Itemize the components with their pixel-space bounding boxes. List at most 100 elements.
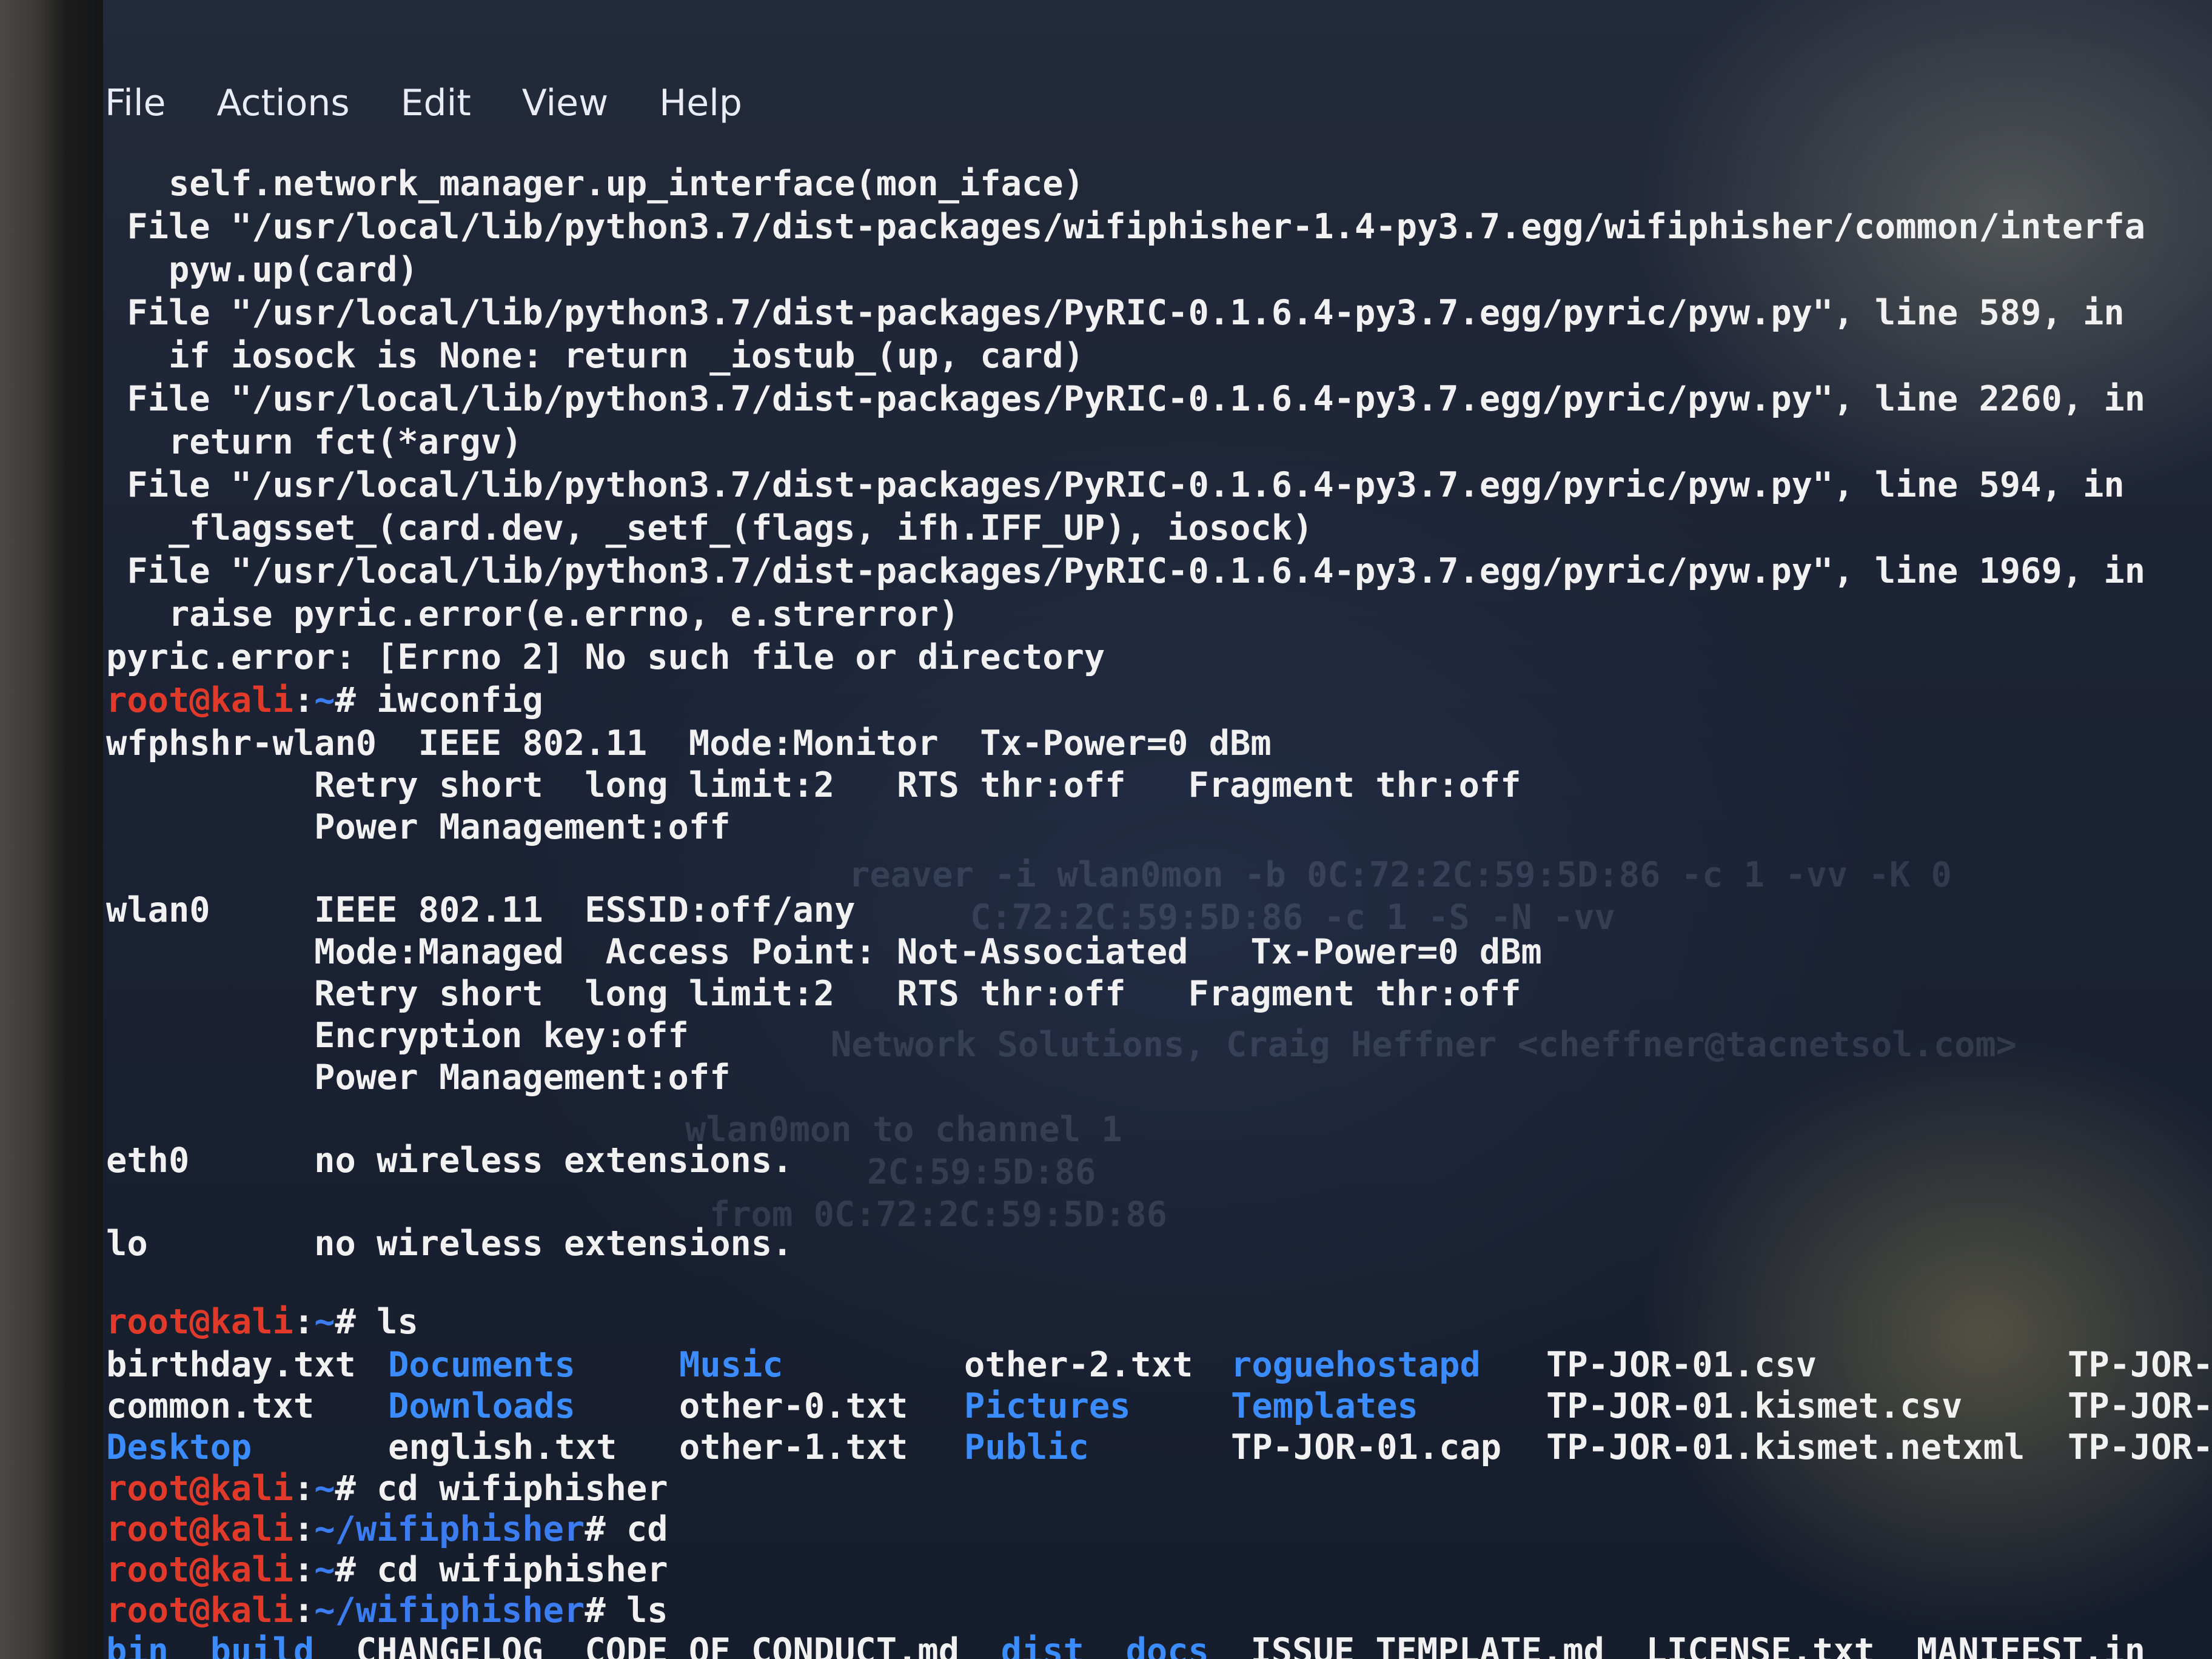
traceback-line: File "/usr/local/lib/python3.7/dist-pack… bbox=[106, 206, 2145, 248]
iwconfig-text: Retry short long limit:2 RTS thr:off Fra… bbox=[106, 974, 1521, 1014]
file-entry: ISSUE_TEMPLATE.md bbox=[1250, 1631, 1646, 1659]
file-entry: other-0.txt bbox=[679, 1386, 908, 1426]
prompt-path: ~/wifiphisher bbox=[314, 1509, 585, 1549]
file-entry: other-2.txt bbox=[964, 1345, 1193, 1385]
traceback-text: File "/usr/local/lib/python3.7/dist-pack… bbox=[106, 465, 2125, 505]
menu-help[interactable]: Help bbox=[634, 82, 768, 124]
prompt-separator: : bbox=[293, 1550, 315, 1590]
prompt-hash: # bbox=[585, 1590, 626, 1631]
file-entry: TP-JOR- bbox=[2068, 1386, 2212, 1426]
iwconfig-text: Mode:Managed Access Point: Not-Associate… bbox=[106, 932, 1542, 972]
menu-edit[interactable]: Edit bbox=[375, 82, 497, 124]
file-entry: CHANGELOG bbox=[355, 1631, 585, 1659]
traceback-line: if iosock is None: return _iostub_(up, c… bbox=[106, 335, 1084, 377]
file-entry: TP-JOR- bbox=[2068, 1345, 2212, 1385]
iwconfig-text: wfphshr-wlan0 IEEE 802.11 Mode:Monitor T… bbox=[106, 723, 1272, 763]
iwconfig-output-line: wlan0 IEEE 802.11 ESSID:off/any bbox=[106, 889, 855, 931]
iwconfig-output-line: Retry short long limit:2 RTS thr:off Fra… bbox=[106, 764, 1521, 806]
prompt-line: root@kali:~/wifiphisher# ls bbox=[106, 1589, 668, 1632]
prompt-line: root@kali:~# cd wifiphisher bbox=[106, 1467, 668, 1510]
prompt-separator: : bbox=[293, 1302, 315, 1342]
traceback-text: File "/usr/local/lib/python3.7/dist-pack… bbox=[106, 379, 2146, 419]
directory-entry: Public bbox=[964, 1427, 1089, 1467]
iwconfig-text: Power Management:off bbox=[106, 807, 731, 847]
prompt-line: root@kali:~# cd wifiphisher bbox=[106, 1549, 668, 1591]
traceback-line: _flagsset_(card.dev, _setf_(flags, ifh.I… bbox=[106, 507, 1313, 549]
iwconfig-output-line: Power Management:off bbox=[106, 1056, 731, 1099]
file-entry: TP-JOR-01.cap bbox=[1231, 1427, 1502, 1467]
prompt-separator: : bbox=[293, 680, 315, 720]
prompt-line: root@kali:~# iwconfig bbox=[106, 679, 543, 722]
file-entry: TP-JOR-01.kismet.csv bbox=[1546, 1386, 1963, 1426]
file-entry: TP-JOR- bbox=[2068, 1427, 2212, 1467]
traceback-line: File "/usr/local/lib/python3.7/dist-pack… bbox=[106, 464, 2125, 506]
file-entry: LICENSE.txt bbox=[1646, 1631, 1917, 1659]
prompt-separator: : bbox=[293, 1590, 315, 1631]
prompt-path: ~ bbox=[314, 1469, 335, 1509]
prompt-path: ~ bbox=[314, 680, 335, 720]
prompt-hash: # bbox=[335, 1550, 377, 1590]
iwconfig-text: eth0 no wireless extensions. bbox=[106, 1141, 793, 1181]
terminal-window: File Actions Edit View Help reaver -i wl… bbox=[103, 0, 2212, 1659]
iwconfig-output-line: wfphshr-wlan0 IEEE 802.11 Mode:Monitor T… bbox=[106, 722, 1272, 765]
directory-entry: roguehostapd bbox=[1231, 1345, 1481, 1385]
prompt-path: ~/wifiphisher bbox=[314, 1590, 585, 1631]
menu-file[interactable]: File bbox=[103, 82, 191, 124]
iwconfig-output-line: lo no wireless extensions. bbox=[106, 1222, 793, 1265]
iwconfig-output-line: Retry short long limit:2 RTS thr:off Fra… bbox=[106, 973, 1521, 1015]
file-entry: MANIFEST.in bbox=[1916, 1631, 2187, 1659]
file-entry: CODE_OF_CONDUCT.md bbox=[585, 1631, 1001, 1659]
traceback-line: pyw.up(card) bbox=[106, 249, 418, 291]
iwconfig-output-line: Encryption key:off bbox=[106, 1014, 689, 1057]
prompt-line: root@kali:~# ls bbox=[106, 1301, 418, 1343]
ls-output-partial: bin build CHANGELOG CODE_OF_CONDUCT.md d… bbox=[106, 1630, 2187, 1659]
prompt-hash: # bbox=[335, 680, 377, 720]
traceback-text: pyric.error: [Errno 2] No such file or d… bbox=[106, 637, 1105, 677]
iwconfig-text: Power Management:off bbox=[106, 1057, 731, 1098]
background-window-text: reaver -i wlan0mon -b 0C:72:2C:59:5D:86 … bbox=[849, 855, 1952, 895]
menu-view[interactable]: View bbox=[497, 82, 634, 124]
traceback-text: File "/usr/local/lib/python3.7/dist-pack… bbox=[106, 551, 2146, 591]
background-window-text: 2C:59:5D:86 bbox=[867, 1152, 1096, 1192]
prompt-line: root@kali:~/wifiphisher# cd bbox=[106, 1508, 668, 1550]
prompt-separator: : bbox=[293, 1509, 315, 1549]
traceback-line: File "/usr/local/lib/python3.7/dist-pack… bbox=[106, 292, 2125, 334]
traceback-text: File "/usr/local/lib/python3.7/dist-pack… bbox=[106, 293, 2125, 333]
directory-entry: Pictures bbox=[964, 1386, 1131, 1426]
iwconfig-output-line: eth0 no wireless extensions. bbox=[106, 1139, 793, 1182]
iwconfig-text: lo no wireless extensions. bbox=[106, 1224, 793, 1264]
prompt-user: root@kali bbox=[106, 680, 293, 720]
file-entry: birthday.txt bbox=[106, 1345, 356, 1385]
iwconfig-text: Encryption key:off bbox=[106, 1016, 689, 1056]
menu-bar: File Actions Edit View Help bbox=[103, 67, 2212, 139]
file-entry: english.txt bbox=[388, 1427, 617, 1467]
prompt-user: root@kali bbox=[106, 1469, 293, 1509]
file-entry: TP-JOR-01.csv bbox=[1546, 1345, 1817, 1385]
iwconfig-output-line: Power Management:off bbox=[106, 806, 731, 848]
iwconfig-text: Retry short long limit:2 RTS thr:off Fra… bbox=[106, 765, 1521, 805]
command-text: ls bbox=[626, 1590, 668, 1631]
directory-entry: dist bbox=[1000, 1631, 1126, 1659]
prompt-user: root@kali bbox=[106, 1590, 293, 1631]
command-text: cd wifiphisher bbox=[377, 1550, 668, 1590]
directory-entry: docs bbox=[1125, 1631, 1251, 1659]
iwconfig-output-line: Mode:Managed Access Point: Not-Associate… bbox=[106, 931, 1542, 973]
iwconfig-text: wlan0 IEEE 802.11 ESSID:off/any bbox=[106, 890, 856, 930]
directory-entry: Desktop bbox=[106, 1427, 252, 1467]
prompt-path: ~ bbox=[314, 1550, 335, 1590]
file-entry: common.txt bbox=[106, 1386, 315, 1426]
menu-actions[interactable]: Actions bbox=[191, 82, 375, 124]
traceback-text: _flagsset_(card.dev, _setf_(flags, ifh.I… bbox=[106, 508, 1313, 548]
prompt-user: root@kali bbox=[106, 1302, 293, 1342]
prompt-hash: # bbox=[585, 1509, 626, 1549]
traceback-text: if iosock is None: return _iostub_(up, c… bbox=[106, 336, 1084, 376]
prompt-hash: # bbox=[335, 1302, 377, 1342]
directory-entry: build bbox=[210, 1631, 356, 1659]
traceback-line: raise pyric.error(e.errno, e.strerror) bbox=[106, 593, 959, 635]
prompt-path: ~ bbox=[314, 1302, 335, 1342]
command-text: cd wifiphisher bbox=[377, 1469, 668, 1509]
traceback-line: File "/usr/local/lib/python3.7/dist-pack… bbox=[106, 378, 2145, 420]
traceback-text: File "/usr/local/lib/python3.7/dist-pack… bbox=[106, 207, 2146, 247]
directory-entry: Downloads bbox=[388, 1386, 575, 1426]
traceback-line: return fct(*argv) bbox=[106, 421, 522, 463]
